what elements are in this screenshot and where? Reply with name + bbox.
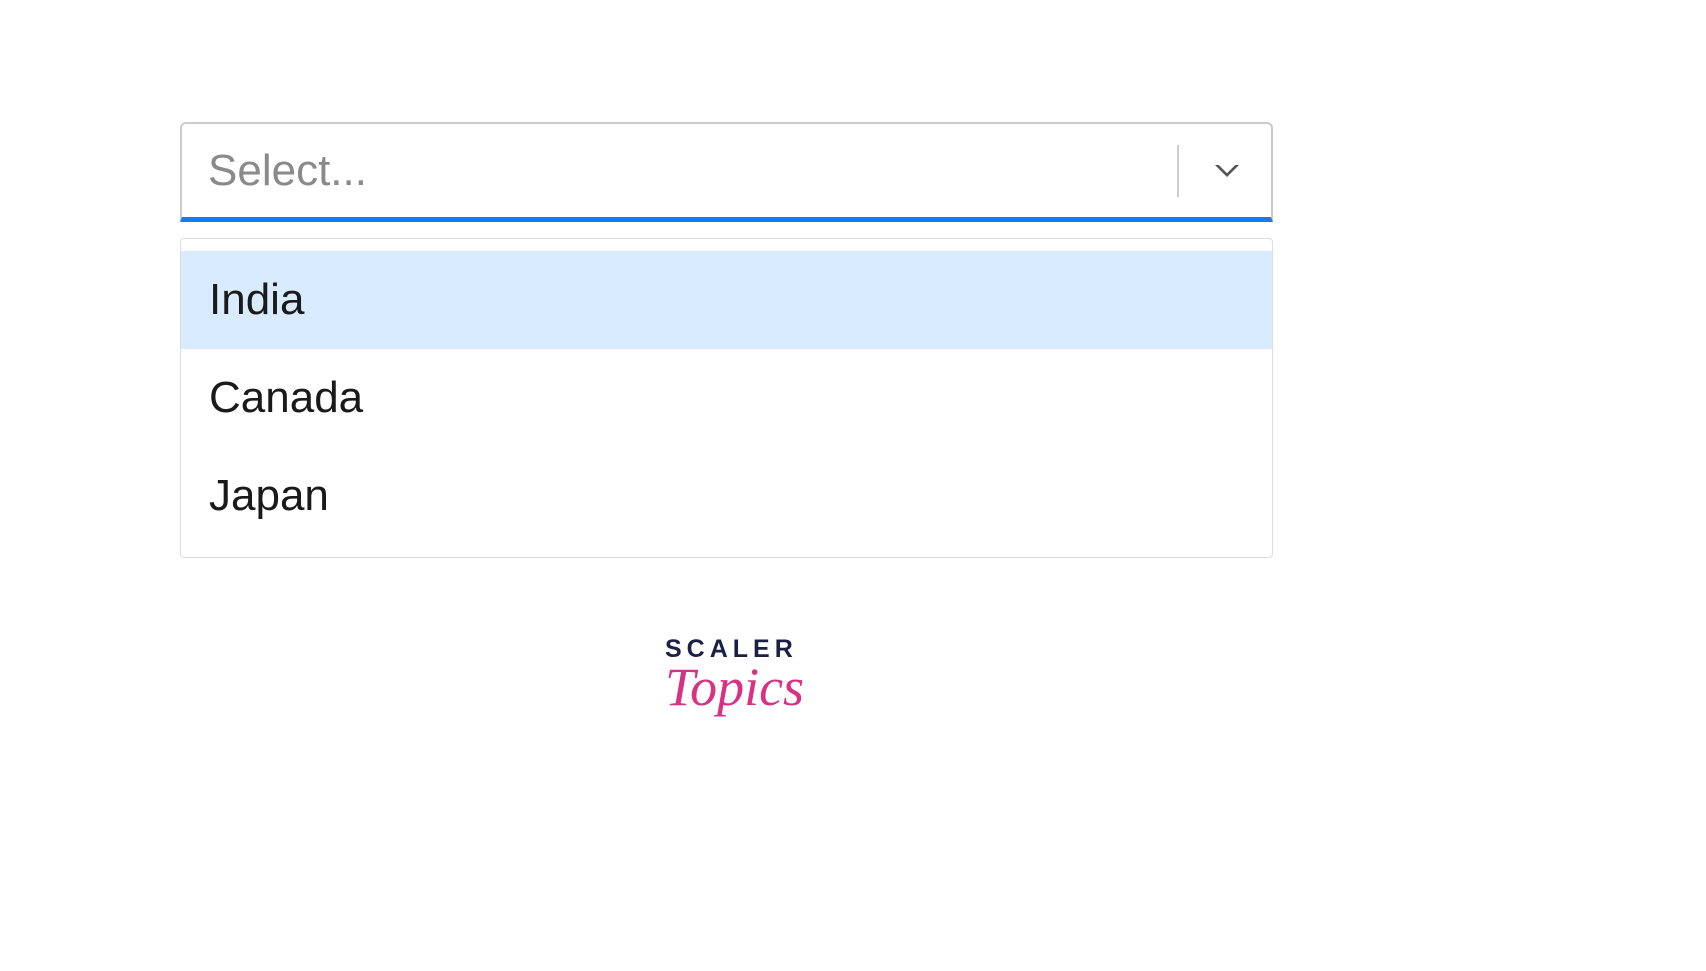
logo-text-topics: Topics — [665, 656, 791, 718]
select-control[interactable]: Select... — [180, 122, 1273, 222]
select-dropdown: Select... India Canada Japan — [180, 122, 1273, 558]
select-placeholder: Select... — [208, 146, 1177, 196]
select-option-japan[interactable]: Japan — [181, 447, 1272, 545]
select-menu: India Canada Japan — [180, 238, 1273, 558]
select-option-india[interactable]: India — [181, 251, 1272, 349]
scaler-topics-logo: SCALER Topics — [665, 635, 791, 718]
select-divider — [1177, 145, 1179, 197]
select-dropdown-indicator[interactable] — [1197, 153, 1257, 189]
chevron-down-icon — [1209, 153, 1245, 189]
select-option-canada[interactable]: Canada — [181, 349, 1272, 447]
